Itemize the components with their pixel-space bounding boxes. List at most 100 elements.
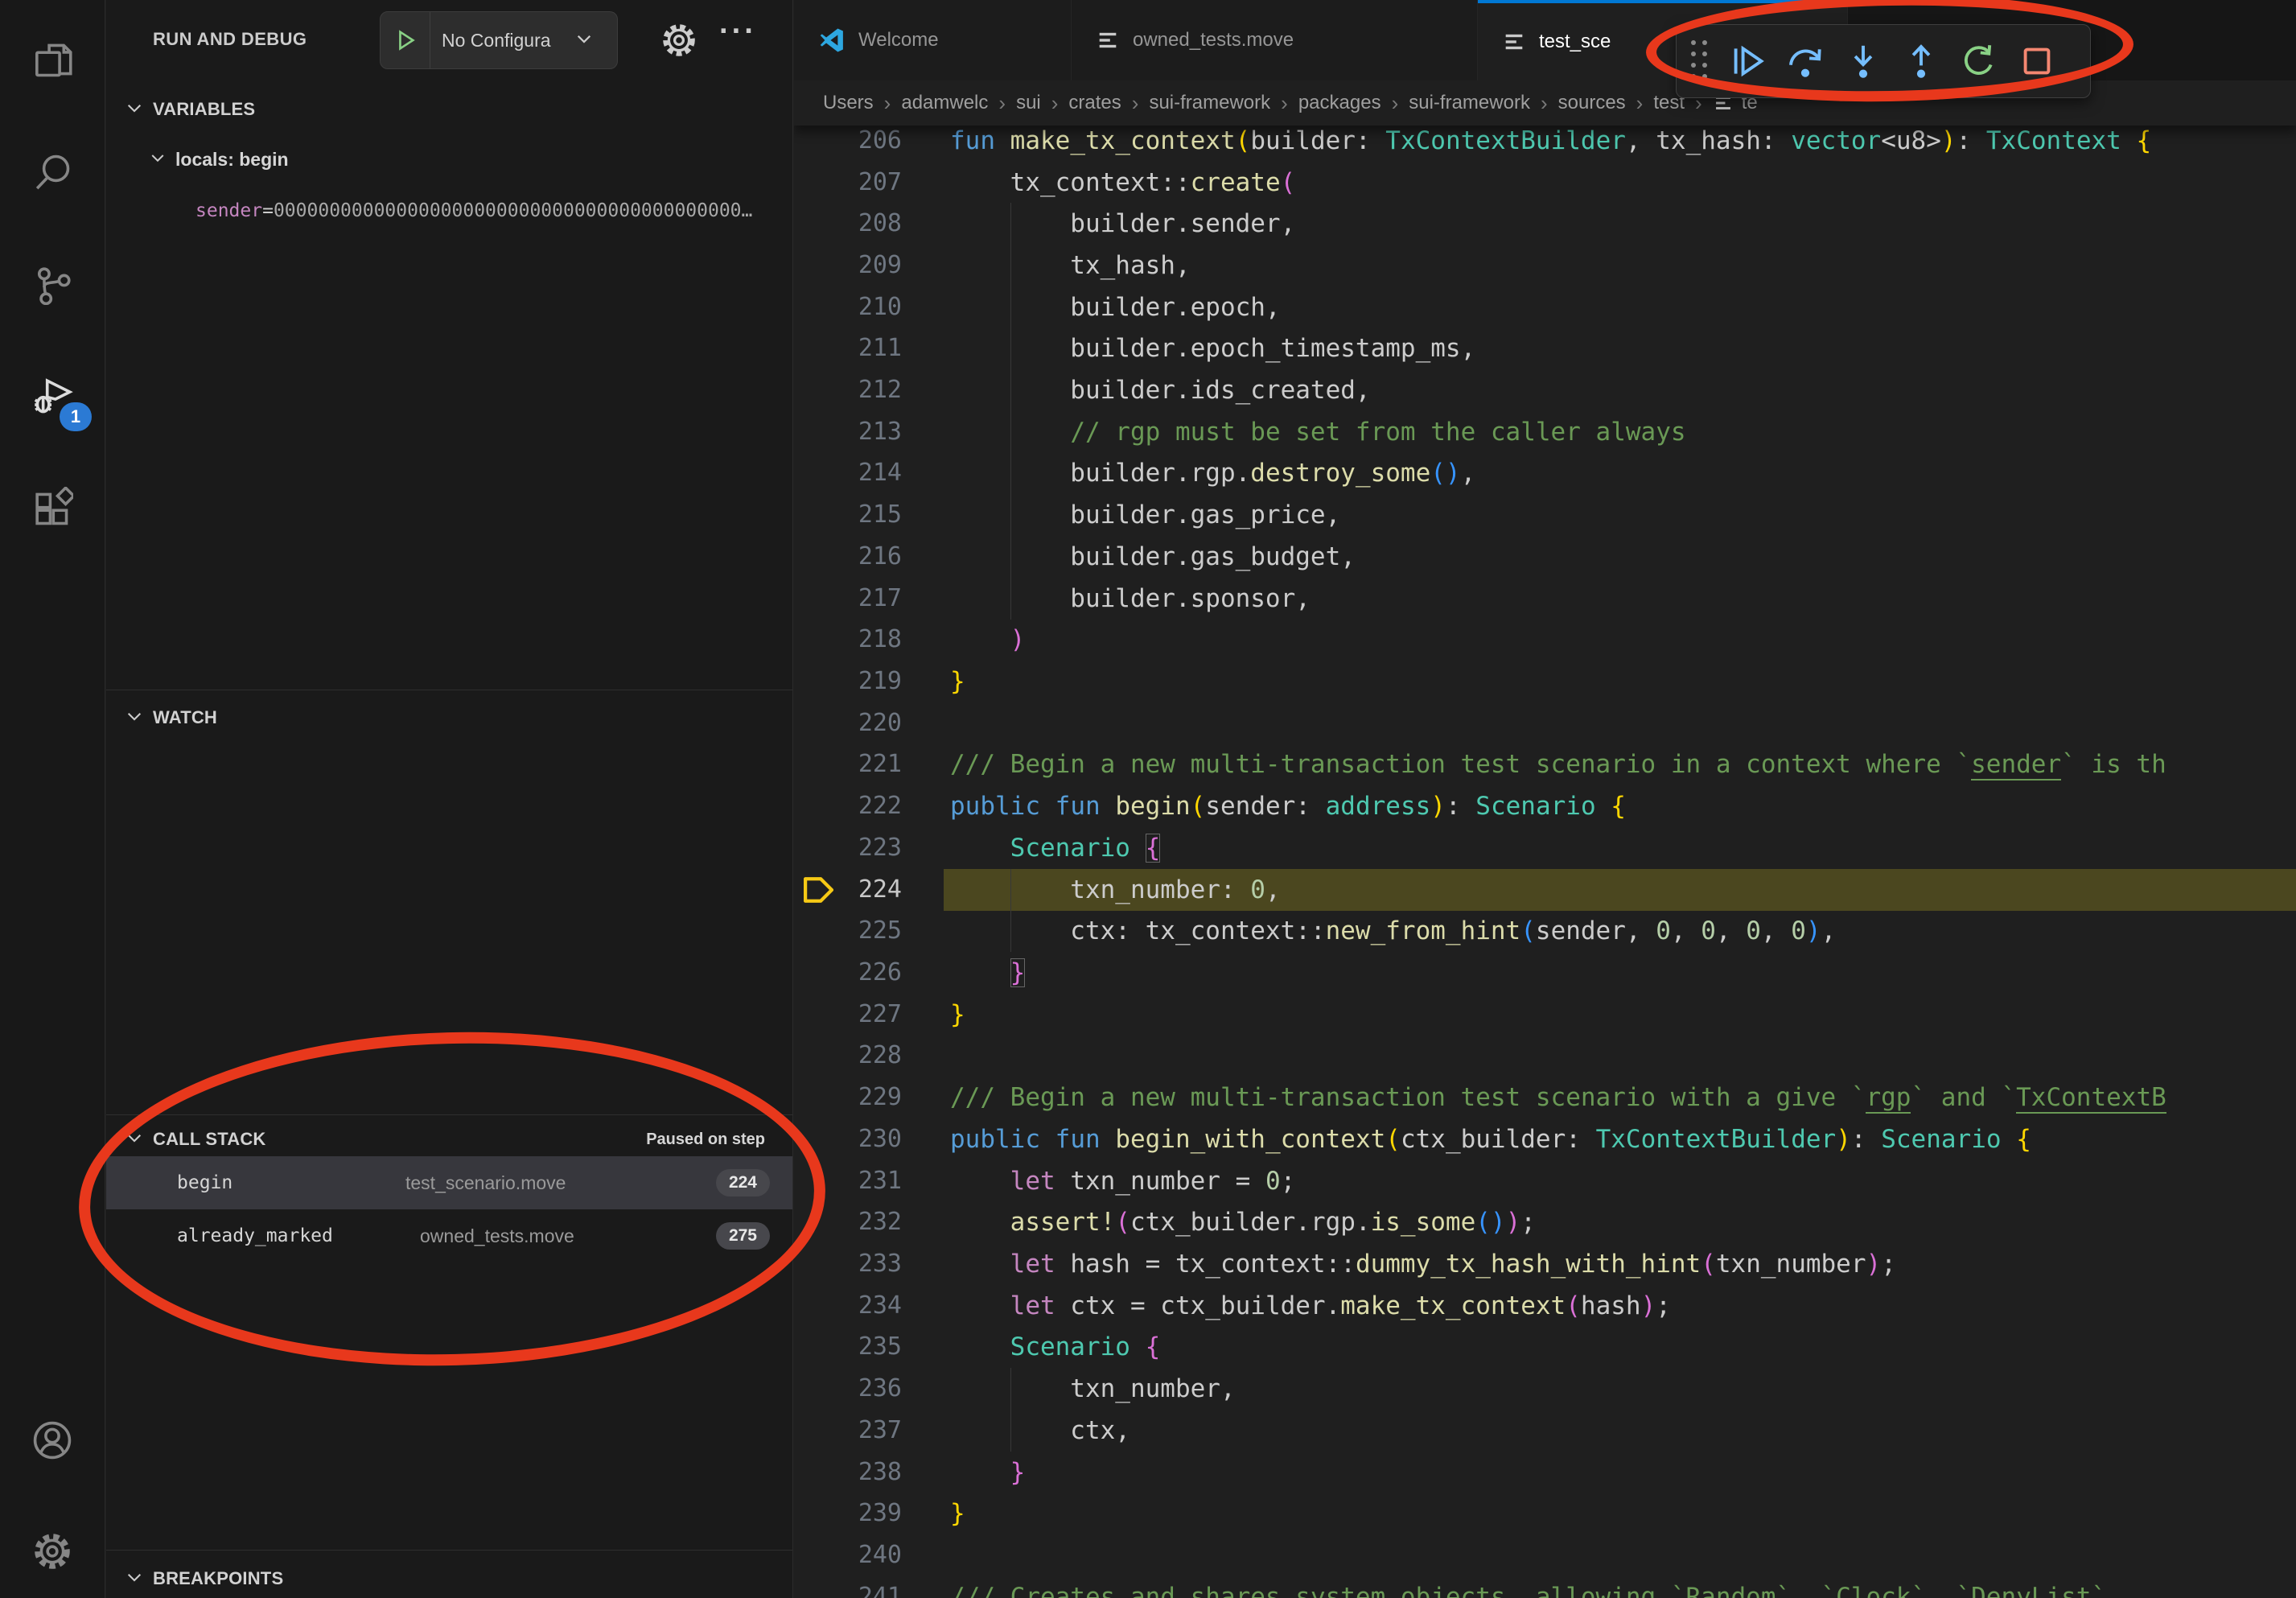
breadcrumb-item[interactable]: crates (1068, 92, 1121, 114)
line-number[interactable]: 230 (794, 1118, 902, 1160)
code-text[interactable]: builder.sender, (950, 203, 1295, 245)
code-text[interactable]: builder.gas_price, (950, 494, 1340, 536)
line-number[interactable]: 231 (794, 1160, 902, 1202)
call-stack-section-header[interactable]: CALL STACK Paused on step (106, 1120, 792, 1159)
code-text[interactable]: public fun begin_with_context(ctx_builde… (950, 1118, 2031, 1160)
code-area[interactable]: 206 fun make_tx_context(builder: TxContex… (794, 0, 2296, 1598)
breadcrumb-item[interactable]: sources (1558, 92, 1626, 114)
line-number[interactable]: 209 (794, 245, 902, 286)
code-text[interactable]: builder.rgp.destroy_some(), (950, 452, 1475, 494)
line-number[interactable]: 213 (794, 411, 902, 453)
code-text[interactable]: public fun begin(sender: address): Scena… (950, 785, 1626, 827)
code-text[interactable]: } (950, 1493, 965, 1534)
continue-icon[interactable] (1718, 32, 1776, 90)
source-control-icon[interactable] (0, 236, 105, 332)
line-number[interactable]: 222 (794, 785, 902, 827)
code-text[interactable]: } (950, 994, 965, 1036)
line-number[interactable]: 223 (794, 827, 902, 869)
account-icon[interactable] (0, 1392, 105, 1489)
more-actions-ellipsis-icon[interactable]: ··· (719, 14, 757, 49)
code-text[interactable]: builder.epoch, (950, 286, 1281, 328)
settings-gear-icon[interactable] (0, 1503, 105, 1598)
line-number[interactable]: 210 (794, 286, 902, 328)
breadcrumb-item[interactable]: adamwelc (901, 92, 988, 114)
start-debugging-play-icon[interactable] (381, 12, 430, 68)
step-into-icon[interactable] (1834, 32, 1892, 90)
call-stack-frame-already_marked[interactable]: already_markedowned_tests.move275 (106, 1209, 792, 1262)
line-number[interactable]: 225 (794, 910, 902, 952)
search-icon[interactable] (0, 124, 105, 220)
breadcrumb-item[interactable]: packages (1298, 92, 1381, 114)
line-number[interactable]: 208 (794, 203, 902, 245)
code-text[interactable]: fun make_tx_context(builder: TxContextBu… (950, 120, 2151, 162)
breadcrumb-item[interactable]: sui-framework (1149, 92, 1270, 114)
variables-section-header[interactable]: VARIABLES (106, 90, 792, 129)
line-number[interactable]: 238 (794, 1452, 902, 1493)
tab-owned_tests.move[interactable]: owned_tests.move (1072, 0, 1478, 80)
line-number[interactable]: 226 (794, 952, 902, 994)
code-text[interactable]: } (950, 1452, 1025, 1493)
code-text[interactable]: let txn_number = 0; (950, 1160, 1295, 1202)
code-text[interactable]: txn_number, (950, 1368, 1236, 1410)
line-number[interactable]: 234 (794, 1285, 902, 1327)
line-number[interactable]: 218 (794, 619, 902, 661)
line-number[interactable]: 227 (794, 994, 902, 1036)
code-text[interactable]: } (950, 952, 1025, 994)
run-and-debug-icon[interactable]: 1 (0, 348, 105, 444)
gear-icon[interactable] (660, 21, 698, 64)
stop-icon[interactable] (2008, 32, 2066, 90)
watch-section-header[interactable]: WATCH (106, 698, 792, 737)
line-number[interactable]: 239 (794, 1493, 902, 1534)
code-text[interactable]: txn_number: 0, (950, 869, 1281, 911)
launch-configuration-dropdown[interactable]: No Configura (380, 11, 618, 69)
explorer-icon[interactable] (0, 11, 105, 108)
code-text[interactable]: builder.epoch_timestamp_ms, (950, 327, 1475, 369)
code-text[interactable]: assert!(ctx_builder.rgp.is_some()); (950, 1201, 1536, 1243)
breadcrumb-item[interactable]: sui (1016, 92, 1041, 114)
code-text[interactable]: builder.ids_created, (950, 369, 1371, 411)
code-text[interactable]: tx_hash, (950, 245, 1191, 286)
line-number[interactable]: 236 (794, 1368, 902, 1410)
line-number[interactable]: 216 (794, 536, 902, 578)
code-text[interactable]: builder.gas_budget, (950, 536, 1356, 578)
line-number[interactable]: 221 (794, 743, 902, 785)
breadcrumb-item[interactable]: sui-framework (1409, 92, 1530, 114)
code-text[interactable]: Scenario { (950, 1326, 1160, 1368)
line-number[interactable]: 217 (794, 578, 902, 620)
code-text[interactable]: /// Begin a new multi-transaction test s… (950, 1077, 2166, 1118)
line-number[interactable]: 237 (794, 1410, 902, 1452)
line-number[interactable]: 212 (794, 369, 902, 411)
variable-row-sender[interactable]: sender = 0000000000000000000000000000000… (195, 190, 791, 232)
breadcrumb-item[interactable]: Users (823, 92, 874, 114)
extensions-icon[interactable] (0, 459, 105, 556)
line-number[interactable]: 240 (794, 1534, 902, 1576)
step-out-icon[interactable] (1892, 32, 1950, 90)
code-text[interactable]: } (950, 661, 965, 702)
drag-grip[interactable] (1691, 40, 1710, 82)
code-text[interactable]: /// Begin a new multi-transaction test s… (950, 743, 2166, 785)
breakpoints-section-header[interactable]: BREAKPOINTS (106, 1559, 792, 1598)
line-number[interactable]: 207 (794, 162, 902, 204)
call-stack-frame-begin[interactable]: begintest_scenario.move224 (106, 1156, 792, 1209)
line-number[interactable]: 215 (794, 494, 902, 536)
restart-icon[interactable] (1950, 32, 2008, 90)
locals-scope-row[interactable]: locals: begin (106, 138, 792, 180)
code-text[interactable]: builder.sponsor, (950, 578, 1311, 620)
code-text[interactable]: Scenario { (950, 827, 1160, 869)
code-text[interactable]: tx_context::create( (950, 162, 1295, 204)
step-over-icon[interactable] (1776, 32, 1834, 90)
line-number[interactable]: 224 (794, 869, 902, 911)
line-number[interactable]: 220 (794, 702, 902, 744)
code-text[interactable]: let ctx = ctx_builder.make_tx_context(ha… (950, 1285, 1671, 1327)
line-number[interactable]: 241 (794, 1576, 902, 1598)
line-number[interactable]: 219 (794, 661, 902, 702)
line-number[interactable]: 211 (794, 327, 902, 369)
code-text[interactable]: /// Creates and shares system objects, a… (950, 1576, 2106, 1598)
line-number[interactable]: 206 (794, 120, 902, 162)
line-number[interactable]: 233 (794, 1243, 902, 1285)
line-number[interactable]: 229 (794, 1077, 902, 1118)
line-number[interactable]: 232 (794, 1201, 902, 1243)
line-number[interactable]: 235 (794, 1326, 902, 1368)
code-text[interactable]: let hash = tx_context::dummy_tx_hash_wit… (950, 1243, 1896, 1285)
code-text[interactable]: ctx, (950, 1410, 1130, 1452)
